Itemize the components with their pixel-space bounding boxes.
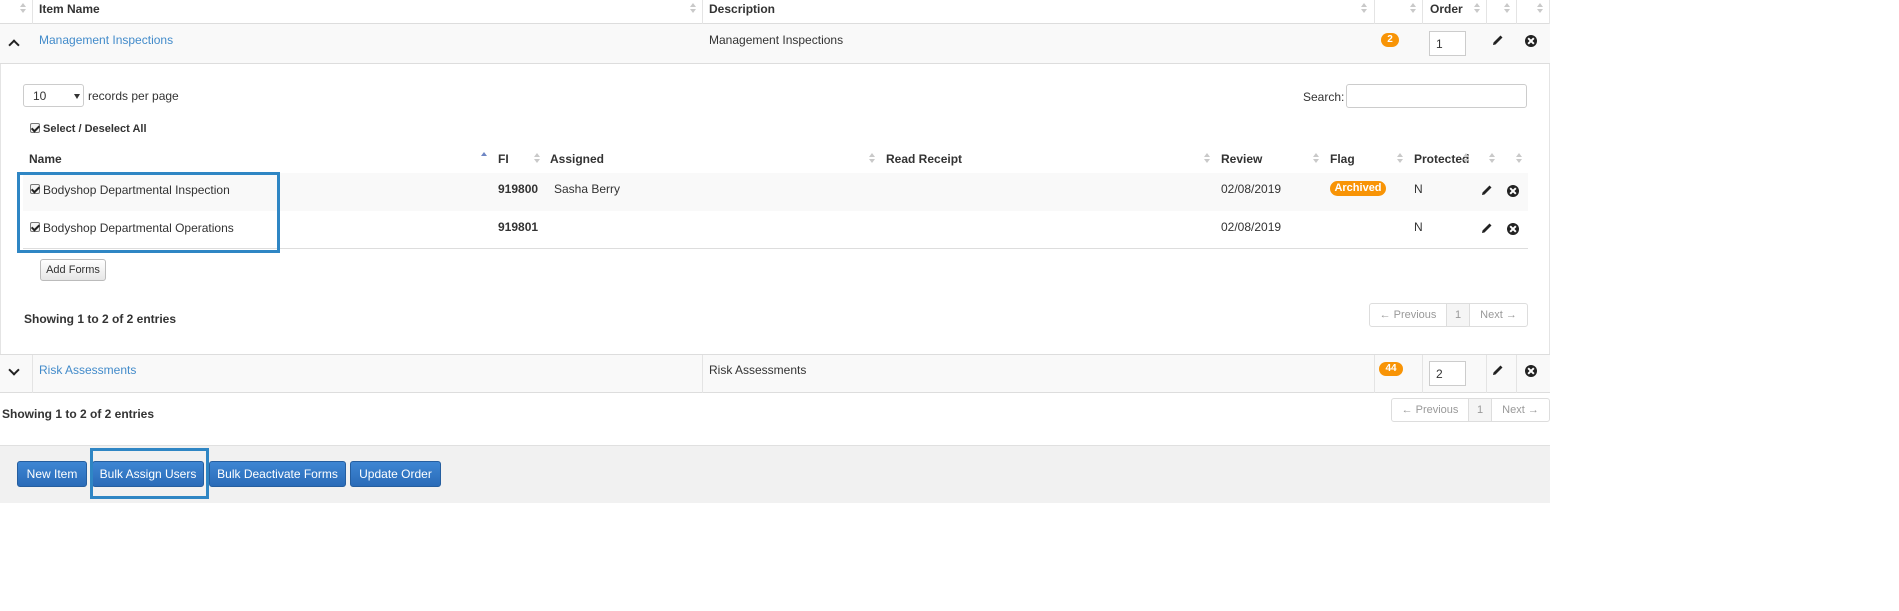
- form-fi: 919801: [498, 220, 539, 234]
- count-badge: 44: [1379, 362, 1403, 376]
- delete-circle-icon[interactable]: [1525, 35, 1537, 47]
- header-review[interactable]: Review: [1221, 152, 1262, 166]
- sort-icon[interactable]: [1536, 3, 1544, 15]
- inner-pagination: ← Previous 1 Next →: [1369, 303, 1528, 327]
- header-assigned[interactable]: Assigned: [550, 152, 604, 166]
- header-name[interactable]: Name: [29, 152, 62, 166]
- inner-footer-info: Showing 1 to 2 of 2 entries: [24, 312, 177, 326]
- item-description: Risk Assessments: [709, 363, 807, 377]
- new-item-button[interactable]: New Item: [17, 461, 87, 487]
- edit-pencil-icon[interactable]: [1481, 184, 1493, 196]
- page-length-value: 10: [33, 89, 47, 103]
- sort-icon[interactable]: [19, 3, 27, 15]
- search-label: Search:: [1303, 90, 1345, 104]
- header-flag[interactable]: Flag: [1330, 152, 1355, 166]
- form-review: 02/08/2019: [1221, 220, 1282, 234]
- sort-icon[interactable]: [1409, 3, 1417, 15]
- header-read-receipt[interactable]: Read Receipt: [886, 152, 962, 166]
- select-all-label[interactable]: Select / Deselect All: [43, 123, 147, 135]
- sort-icon[interactable]: [1488, 153, 1496, 165]
- highlight-box-bulk-assign: [90, 448, 209, 499]
- page-number-button[interactable]: 1: [1468, 399, 1492, 421]
- outer-pagination: ← Previous 1 Next →: [1391, 398, 1550, 422]
- delete-circle-icon[interactable]: [1525, 365, 1537, 377]
- form-review: 02/08/2019: [1221, 182, 1282, 196]
- sort-icon[interactable]: [1360, 3, 1368, 15]
- search-input[interactable]: [1346, 84, 1527, 108]
- header-description[interactable]: Description: [709, 2, 775, 16]
- edit-pencil-icon[interactable]: [1492, 34, 1504, 46]
- sort-asc-icon[interactable]: [480, 152, 488, 164]
- sort-icon[interactable]: [533, 153, 541, 165]
- item-name-link[interactable]: Management Inspections: [39, 33, 173, 47]
- sort-icon[interactable]: [1203, 153, 1211, 165]
- next-page-button[interactable]: Next →: [1492, 399, 1549, 421]
- outer-footer-info: Showing 1 to 2 of 2 entries: [2, 407, 155, 421]
- delete-circle-icon[interactable]: [1507, 185, 1519, 197]
- add-forms-button[interactable]: Add Forms: [40, 259, 106, 281]
- flag-archived-badge: Archived: [1330, 181, 1386, 196]
- inner-table-header: [23, 148, 1528, 172]
- form-fi: 919800: [498, 182, 539, 196]
- sort-icon[interactable]: [1473, 3, 1481, 15]
- page-length-select[interactable]: 10: [23, 84, 84, 107]
- sort-icon[interactable]: [1396, 153, 1404, 165]
- highlight-box-names: [17, 172, 280, 253]
- header-fi[interactable]: FI: [498, 152, 509, 166]
- form-protected: N: [1414, 182, 1423, 196]
- sort-icon[interactable]: [1515, 153, 1523, 165]
- edit-pencil-icon[interactable]: [1492, 364, 1504, 376]
- header-item-name[interactable]: Item Name: [39, 2, 100, 16]
- item-description: Management Inspections: [709, 33, 844, 47]
- header-order[interactable]: Order: [1430, 2, 1463, 16]
- sort-icon[interactable]: [1462, 153, 1470, 165]
- form-protected: N: [1414, 220, 1423, 234]
- sort-icon[interactable]: [689, 3, 697, 15]
- sort-icon[interactable]: [868, 153, 876, 165]
- previous-page-button[interactable]: ← Previous: [1370, 304, 1446, 326]
- previous-page-button[interactable]: ← Previous: [1392, 399, 1468, 421]
- bulk-deactivate-forms-button[interactable]: Bulk Deactivate Forms: [209, 461, 346, 487]
- select-all-checkbox[interactable]: [30, 123, 40, 133]
- page-length-label: records per page: [88, 89, 179, 103]
- order-input[interactable]: [1429, 31, 1466, 56]
- count-badge: 2: [1381, 33, 1399, 47]
- edit-pencil-icon[interactable]: [1481, 222, 1493, 234]
- item-name-link[interactable]: Risk Assessments: [39, 363, 136, 377]
- update-order-button[interactable]: Update Order: [350, 461, 441, 487]
- form-assigned: Sasha Berry: [554, 182, 621, 196]
- page-number-button[interactable]: 1: [1446, 304, 1470, 326]
- order-input[interactable]: [1429, 361, 1466, 386]
- sort-icon[interactable]: [1503, 3, 1511, 15]
- caret-down-icon: [74, 94, 80, 99]
- next-page-button[interactable]: Next →: [1470, 304, 1527, 326]
- sort-icon[interactable]: [1312, 153, 1320, 165]
- delete-circle-icon[interactable]: [1507, 223, 1519, 235]
